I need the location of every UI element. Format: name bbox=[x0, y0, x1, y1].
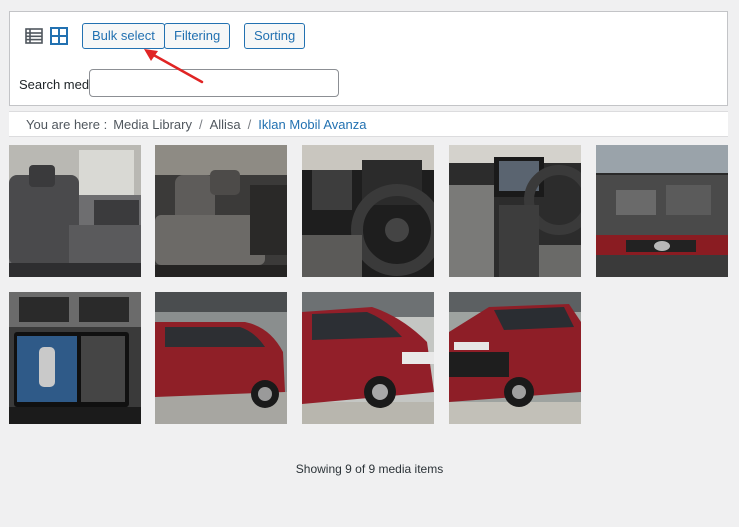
sorting-button[interactable]: Sorting bbox=[244, 23, 306, 49]
red-car-front-side-image bbox=[302, 292, 434, 424]
breadcrumb-separator: / bbox=[198, 116, 203, 132]
car-head-unit-camera-image bbox=[9, 292, 141, 424]
breadcrumb-item-current: Iklan Mobil Avanza bbox=[258, 116, 367, 132]
breadcrumb-prefix: You are here : bbox=[26, 116, 108, 132]
car-dashboard-console-image bbox=[449, 145, 581, 277]
search-media-input[interactable] bbox=[89, 69, 339, 97]
car-steering-wheel-image bbox=[302, 145, 434, 277]
breadcrumb: You are here : Media Library / Allisa / … bbox=[9, 111, 728, 137]
media-item[interactable] bbox=[9, 292, 141, 424]
media-item[interactable] bbox=[302, 292, 434, 424]
red-car-side-image bbox=[155, 292, 287, 424]
media-item[interactable] bbox=[596, 145, 728, 277]
breadcrumb-separator: / bbox=[247, 116, 252, 132]
list-view-icon[interactable] bbox=[24, 26, 44, 46]
search-media-label: Search media bbox=[19, 77, 100, 92]
grid-view-icon[interactable] bbox=[49, 26, 69, 46]
breadcrumb-item-allisa[interactable]: Allisa bbox=[210, 117, 241, 132]
media-item[interactable] bbox=[9, 145, 141, 277]
filtering-button[interactable]: Filtering bbox=[164, 23, 231, 49]
media-item[interactable] bbox=[155, 145, 287, 277]
media-item[interactable] bbox=[302, 145, 434, 277]
media-item[interactable] bbox=[449, 145, 581, 277]
car-engine-bay-image bbox=[596, 145, 728, 277]
media-item[interactable] bbox=[155, 292, 287, 424]
bulk-select-button[interactable]: Bulk select bbox=[82, 23, 165, 49]
media-item[interactable] bbox=[449, 292, 581, 424]
car-interior-rear-seat-image bbox=[9, 145, 141, 277]
car-interior-seats-image bbox=[155, 145, 287, 277]
media-count-text: Showing 9 of 9 media items bbox=[295, 462, 444, 476]
media-toolbar: Bulk select Filtering Sorting Search med… bbox=[9, 11, 728, 106]
red-car-front-image bbox=[449, 292, 581, 424]
breadcrumb-item-media-library[interactable]: Media Library bbox=[113, 117, 192, 132]
